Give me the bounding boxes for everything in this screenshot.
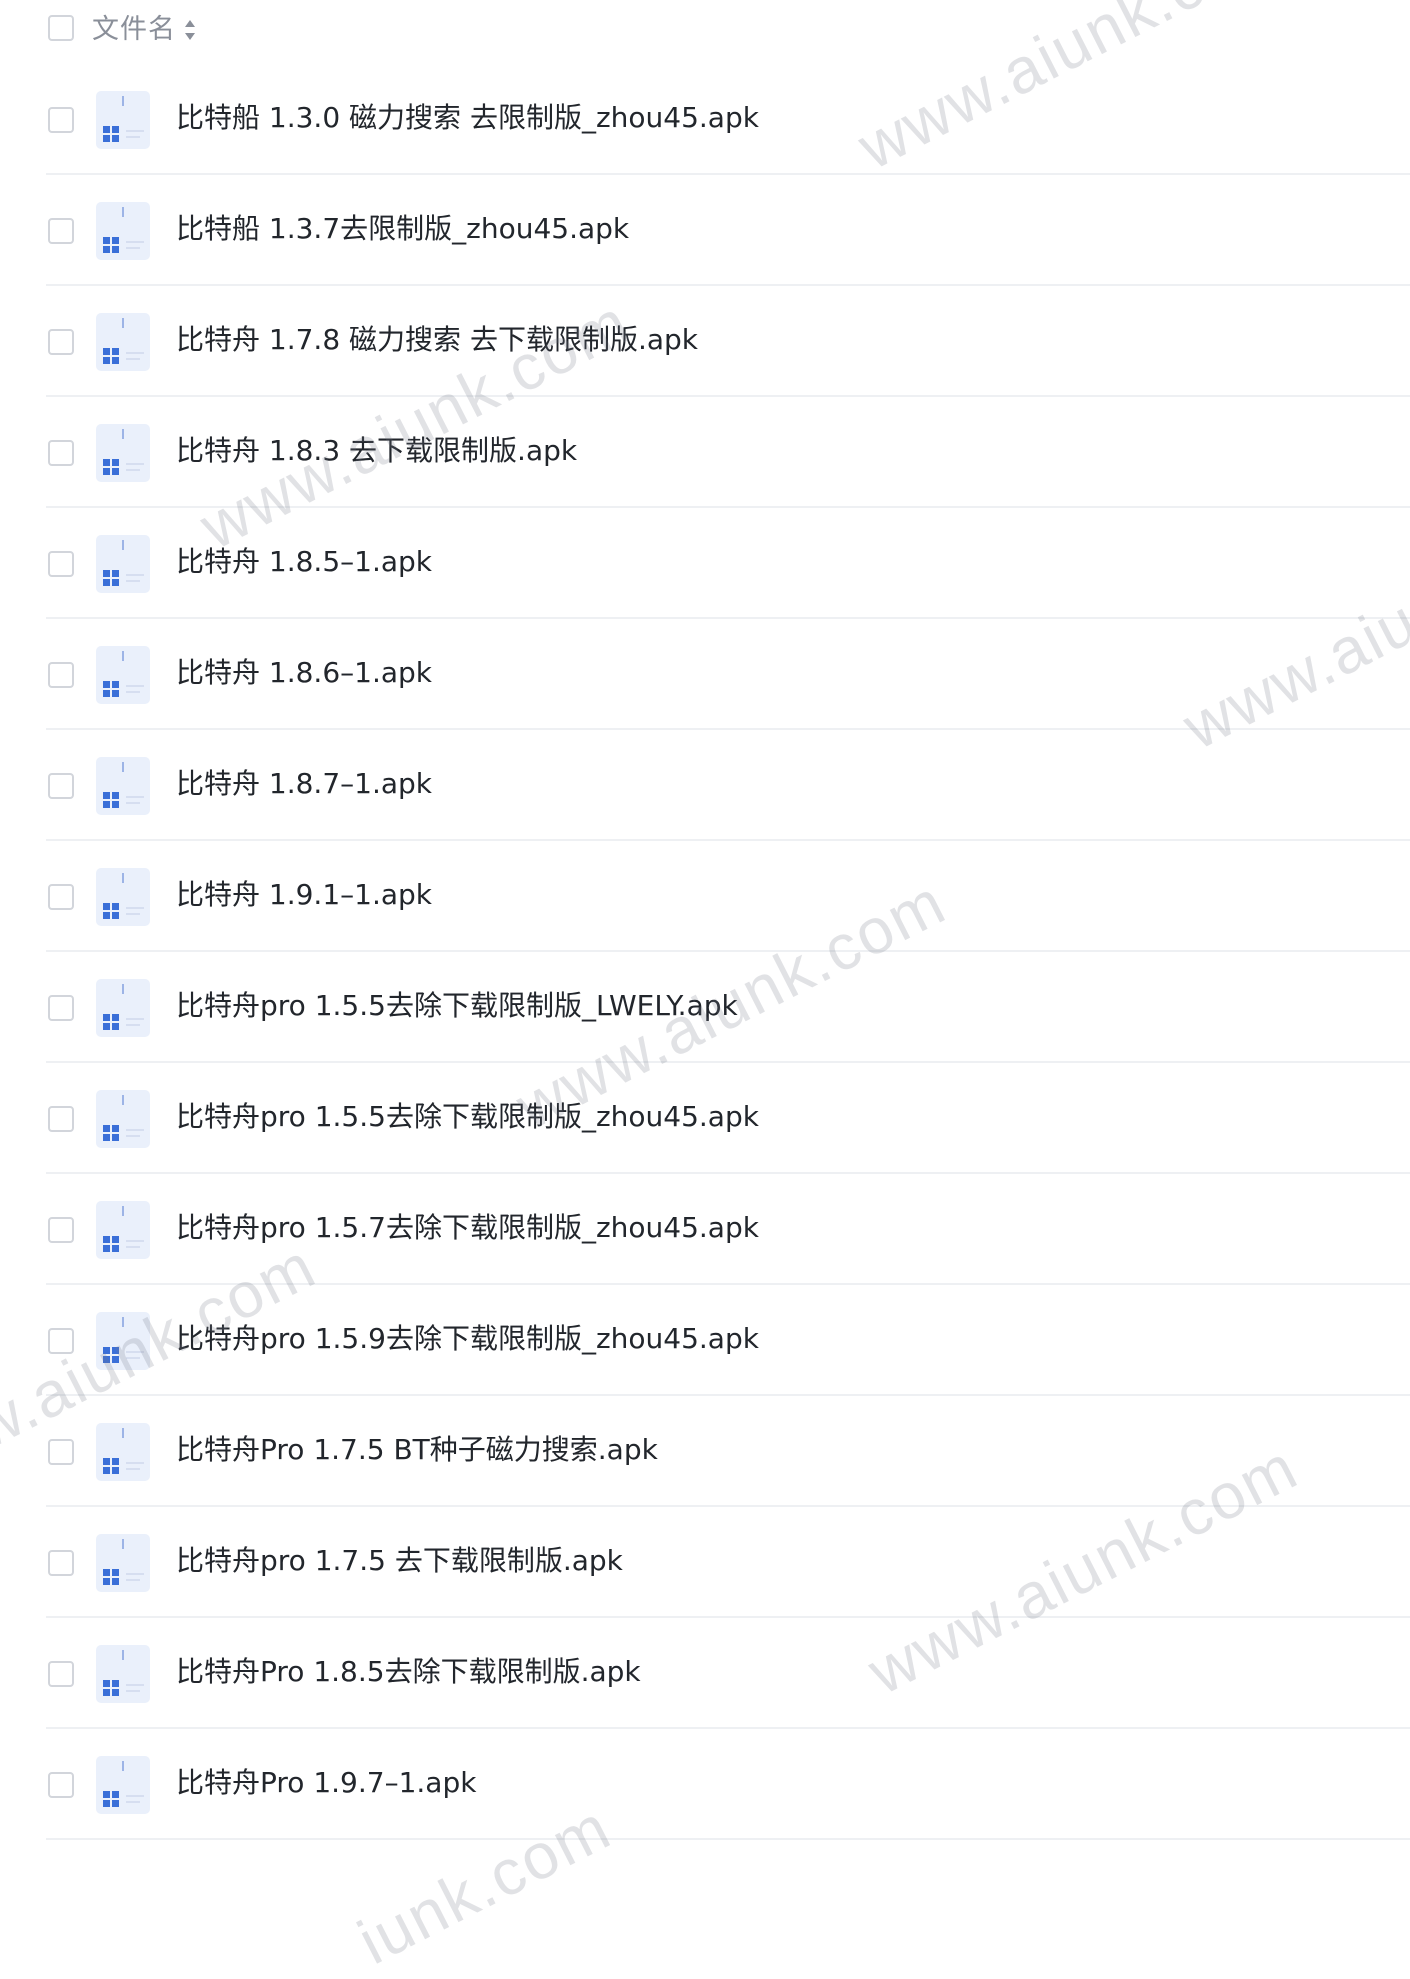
row-checkbox[interactable] <box>48 1439 74 1465</box>
apk-file-icon <box>94 423 152 483</box>
file-name[interactable]: 比特舟pro 1.5.5去除下载限制版_zhou45.apk <box>176 1099 759 1135</box>
file-name[interactable]: 比特舟pro 1.5.5去除下载限制版_LWELY.apk <box>176 988 738 1024</box>
apk-file-icon <box>94 201 152 261</box>
file-list-header: 文件名 <box>0 0 1410 60</box>
file-row[interactable]: 比特舟pro 1.5.9去除下载限制版_zhou45.apk <box>46 1285 1410 1396</box>
file-row[interactable]: 比特舟 1.9.1–1.apk <box>46 841 1410 952</box>
row-checkbox[interactable] <box>48 1217 74 1243</box>
select-all-checkbox[interactable] <box>48 15 74 41</box>
file-name[interactable]: 比特舟 1.8.7–1.apk <box>176 766 432 802</box>
file-row[interactable]: 比特船 1.3.7去限制版_zhou45.apk <box>46 175 1410 286</box>
row-checkbox[interactable] <box>48 1661 74 1687</box>
file-row[interactable]: 比特舟pro 1.5.5去除下载限制版_LWELY.apk <box>46 952 1410 1063</box>
file-name[interactable]: 比特舟pro 1.7.5 去下载限制版.apk <box>176 1543 623 1579</box>
file-row[interactable]: 比特舟Pro 1.8.5去除下载限制版.apk <box>46 1618 1410 1729</box>
file-row[interactable]: 比特舟pro 1.5.5去除下载限制版_zhou45.apk <box>46 1063 1410 1174</box>
file-name[interactable]: 比特舟Pro 1.9.7–1.apk <box>176 1765 476 1801</box>
apk-file-icon <box>94 1533 152 1593</box>
apk-file-icon <box>94 978 152 1038</box>
row-checkbox[interactable] <box>48 551 74 577</box>
file-name[interactable]: 比特舟 1.8.5–1.apk <box>176 544 432 580</box>
apk-file-icon <box>94 1644 152 1704</box>
row-checkbox[interactable] <box>48 662 74 688</box>
apk-file-icon <box>94 1089 152 1149</box>
file-name[interactable]: 比特船 1.3.7去限制版_zhou45.apk <box>176 211 629 247</box>
file-name[interactable]: 比特舟Pro 1.7.5 BT种子磁力搜索.apk <box>176 1432 658 1468</box>
apk-file-icon <box>94 534 152 594</box>
apk-file-icon <box>94 1200 152 1260</box>
row-checkbox[interactable] <box>48 1328 74 1354</box>
file-list: 比特船 1.3.0 磁力搜索 去限制版_zhou45.apk 比特船 1.3.7去… <box>0 64 1410 1840</box>
apk-file-icon <box>94 867 152 927</box>
apk-file-icon <box>94 756 152 816</box>
file-row[interactable]: 比特舟 1.8.6–1.apk <box>46 619 1410 730</box>
file-name[interactable]: 比特舟 1.9.1–1.apk <box>176 877 432 913</box>
row-checkbox[interactable] <box>48 1550 74 1576</box>
file-name[interactable]: 比特舟 1.7.8 磁力搜索 去下载限制版.apk <box>176 322 698 358</box>
sort-updown-icon[interactable] <box>183 17 197 43</box>
file-row[interactable]: 比特舟 1.7.8 磁力搜索 去下载限制版.apk <box>46 286 1410 397</box>
row-checkbox[interactable] <box>48 884 74 910</box>
file-name[interactable]: 比特舟Pro 1.8.5去除下载限制版.apk <box>176 1654 641 1690</box>
row-checkbox[interactable] <box>48 1106 74 1132</box>
row-checkbox[interactable] <box>48 218 74 244</box>
row-checkbox[interactable] <box>48 1772 74 1798</box>
file-row[interactable]: 比特舟Pro 1.7.5 BT种子磁力搜索.apk <box>46 1396 1410 1507</box>
file-name[interactable]: 比特船 1.3.0 磁力搜索 去限制版_zhou45.apk <box>176 100 759 136</box>
apk-file-icon <box>94 1422 152 1482</box>
file-row[interactable]: 比特舟 1.8.7–1.apk <box>46 730 1410 841</box>
apk-file-icon <box>94 1755 152 1815</box>
row-checkbox[interactable] <box>48 440 74 466</box>
row-checkbox[interactable] <box>48 107 74 133</box>
apk-file-icon <box>94 1311 152 1371</box>
file-row[interactable]: 比特舟pro 1.5.7去除下载限制版_zhou45.apk <box>46 1174 1410 1285</box>
row-checkbox[interactable] <box>48 329 74 355</box>
file-row[interactable]: 比特舟 1.8.3 去下载限制版.apk <box>46 397 1410 508</box>
file-name[interactable]: 比特舟 1.8.6–1.apk <box>176 655 432 691</box>
file-name[interactable]: 比特舟pro 1.5.9去除下载限制版_zhou45.apk <box>176 1321 759 1357</box>
apk-file-icon <box>94 90 152 150</box>
file-name[interactable]: 比特舟pro 1.5.7去除下载限制版_zhou45.apk <box>176 1210 759 1246</box>
row-checkbox[interactable] <box>48 995 74 1021</box>
apk-file-icon <box>94 312 152 372</box>
file-row[interactable]: 比特舟 1.8.5–1.apk <box>46 508 1410 619</box>
row-checkbox[interactable] <box>48 773 74 799</box>
file-row[interactable]: 比特舟Pro 1.9.7–1.apk <box>46 1729 1410 1840</box>
file-name[interactable]: 比特舟 1.8.3 去下载限制版.apk <box>176 433 577 469</box>
column-header-filename[interactable]: 文件名 <box>92 13 176 47</box>
apk-file-icon <box>94 645 152 705</box>
file-row[interactable]: 比特舟pro 1.7.5 去下载限制版.apk <box>46 1507 1410 1618</box>
file-browser-page: 文件名 比特船 1.3.0 磁力搜索 去限制版_zhou45.apk 比特船 1.… <box>0 0 1410 1978</box>
file-row[interactable]: 比特船 1.3.0 磁力搜索 去限制版_zhou45.apk <box>46 64 1410 175</box>
